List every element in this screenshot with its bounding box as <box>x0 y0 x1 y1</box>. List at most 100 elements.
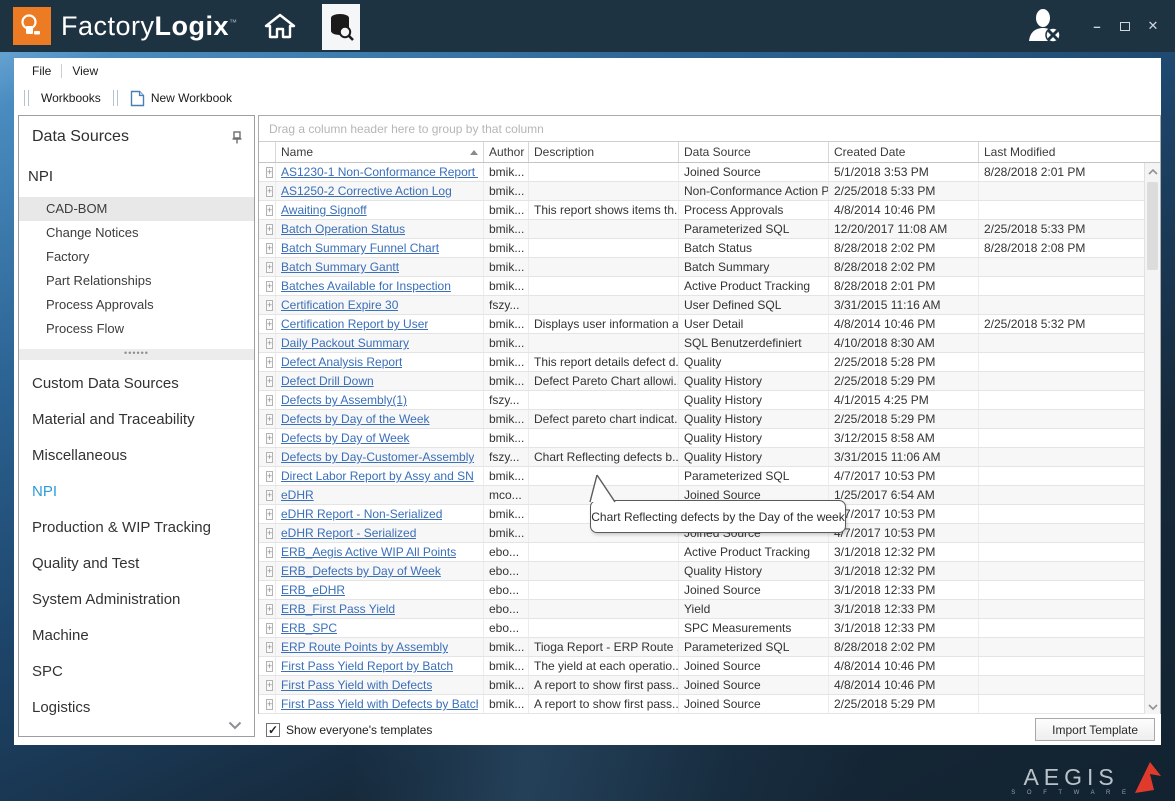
report-browser-button[interactable] <box>322 4 360 50</box>
chevron-down-icon[interactable] <box>228 721 242 730</box>
report-name-link[interactable]: eDHR Report - Non-Serialized <box>281 507 442 521</box>
table-row[interactable]: + Defects by Day of Week bmik... Quality… <box>259 429 1160 448</box>
menu-file[interactable]: File <box>22 61 61 81</box>
table-row[interactable]: + Defects by Day-Customer-Assembly fszy.… <box>259 448 1160 467</box>
report-name-link[interactable]: AS1230-1 Non-Conformance Report by ... <box>281 165 478 179</box>
report-name-link[interactable]: ERB_First Pass Yield <box>281 602 395 616</box>
expand-icon[interactable]: + <box>266 680 273 691</box>
report-name-link[interactable]: ERB_Defects by Day of Week <box>281 564 441 578</box>
report-name-link[interactable]: Defect Drill Down <box>281 374 374 388</box>
report-name-link[interactable]: Batches Available for Inspection <box>281 279 451 293</box>
table-row[interactable]: + Awaiting Signoff bmik... This report s… <box>259 201 1160 220</box>
scroll-down-icon[interactable] <box>1145 698 1160 715</box>
pin-icon[interactable] <box>232 131 242 144</box>
table-row[interactable]: + Certification Report by User bmik... D… <box>259 315 1160 334</box>
data-source-item[interactable]: Change Notices <box>19 221 254 245</box>
category-item[interactable]: Quality and Test <box>19 546 254 582</box>
data-source-item[interactable]: Process Flow <box>19 317 254 341</box>
close-button[interactable]: ✕ <box>1145 18 1161 34</box>
scroll-up-icon[interactable] <box>1145 163 1160 180</box>
report-name-link[interactable]: ERB_eDHR <box>281 583 345 597</box>
report-name-link[interactable]: First Pass Yield Report by Batch <box>281 659 453 673</box>
table-row[interactable]: + First Pass Yield with Defects bmik... … <box>259 676 1160 695</box>
report-name-link[interactable]: Certification Expire 30 <box>281 298 398 312</box>
table-row[interactable]: + AS1250-2 Corrective Action Log bmik...… <box>259 182 1160 201</box>
expand-icon[interactable]: + <box>266 376 273 387</box>
expand-icon[interactable]: + <box>266 224 273 235</box>
minimize-button[interactable]: – <box>1089 18 1105 34</box>
table-row[interactable]: + Defects by Day of the Week bmik... Def… <box>259 410 1160 429</box>
table-row[interactable]: + Defect Analysis Report bmik... This re… <box>259 353 1160 372</box>
column-header-description[interactable]: Description <box>529 142 679 162</box>
category-item[interactable]: NPI <box>19 474 254 510</box>
menu-view[interactable]: View <box>62 61 108 81</box>
category-item[interactable]: Custom Data Sources <box>19 366 254 402</box>
table-row[interactable]: + Daily Packout Summary bmik... SQL Benu… <box>259 334 1160 353</box>
expand-icon[interactable]: + <box>266 585 273 596</box>
user-logout-icon[interactable] <box>1025 9 1065 43</box>
expand-icon[interactable]: + <box>266 186 273 197</box>
expand-icon[interactable]: + <box>266 509 273 520</box>
report-name-link[interactable]: Certification Report by User <box>281 317 428 331</box>
vertical-scrollbar[interactable] <box>1144 163 1160 715</box>
report-name-link[interactable]: Defects by Day-Customer-Assembly <box>281 450 474 464</box>
category-item[interactable]: Logistics <box>19 690 254 726</box>
report-name-link[interactable]: ERP Route Points by Assembly <box>281 640 448 654</box>
table-row[interactable]: + Defects by Assembly(1) fszy... Quality… <box>259 391 1160 410</box>
expand-icon[interactable]: + <box>266 338 273 349</box>
data-source-item[interactable]: Factory <box>19 245 254 269</box>
expand-icon[interactable]: + <box>266 300 273 311</box>
expand-icon[interactable]: + <box>266 319 273 330</box>
group-by-panel[interactable]: Drag a column header here to group by th… <box>259 116 1160 142</box>
expand-icon[interactable]: + <box>266 205 273 216</box>
import-template-button[interactable]: Import Template <box>1035 718 1155 741</box>
report-name-link[interactable]: Awaiting Signoff <box>281 203 367 217</box>
table-row[interactable]: + Certification Expire 30 fszy... User D… <box>259 296 1160 315</box>
expand-icon[interactable]: + <box>266 395 273 406</box>
table-row[interactable]: + First Pass Yield Report by Batch bmik.… <box>259 657 1160 676</box>
data-source-item[interactable]: Process Approvals <box>19 293 254 317</box>
report-name-link[interactable]: Batch Summary Gantt <box>281 260 399 274</box>
table-row[interactable]: + Batch Operation Status bmik... Paramet… <box>259 220 1160 239</box>
expand-icon[interactable]: + <box>266 604 273 615</box>
expand-icon[interactable]: + <box>266 262 273 273</box>
expand-icon[interactable]: + <box>266 414 273 425</box>
table-row[interactable]: + ERP Route Points by Assembly bmik... T… <box>259 638 1160 657</box>
column-header-author[interactable]: Author <box>484 142 529 162</box>
expand-icon[interactable]: + <box>266 661 273 672</box>
report-name-link[interactable]: ERB_SPC <box>281 621 337 635</box>
data-source-item[interactable]: CAD-BOM <box>19 197 254 221</box>
table-row[interactable]: + Defect Drill Down bmik... Defect Paret… <box>259 372 1160 391</box>
category-item[interactable]: Material and Traceability <box>19 402 254 438</box>
expand-icon[interactable]: + <box>266 699 273 710</box>
table-row[interactable]: + ERB_Aegis Active WIP All Points ebo...… <box>259 543 1160 562</box>
table-row[interactable]: + ERB_SPC ebo... SPC Measurements 3/1/20… <box>259 619 1160 638</box>
report-name-link[interactable]: First Pass Yield with Defects by Batch <box>281 697 478 711</box>
scrollbar-thumb[interactable] <box>1147 182 1158 270</box>
report-name-link[interactable]: Batch Operation Status <box>281 222 405 236</box>
expand-icon[interactable]: + <box>266 547 273 558</box>
table-row[interactable]: + Batch Summary Gantt bmik... Batch Summ… <box>259 258 1160 277</box>
report-name-link[interactable]: Defects by Day of Week <box>281 431 410 445</box>
expand-icon[interactable]: + <box>266 490 273 501</box>
report-name-link[interactable]: eDHR Report - Serialized <box>281 526 416 540</box>
expand-icon[interactable]: + <box>266 357 273 368</box>
table-row[interactable]: + First Pass Yield with Defects by Batch… <box>259 695 1160 714</box>
expand-icon[interactable]: + <box>266 623 273 634</box>
report-name-link[interactable]: Defect Analysis Report <box>281 355 402 369</box>
column-header-data-source[interactable]: Data Source <box>679 142 829 162</box>
category-item[interactable]: Production & WIP Tracking <box>19 510 254 546</box>
npi-section-header[interactable]: NPI <box>19 146 254 185</box>
table-row[interactable]: + ERB_First Pass Yield ebo... Yield 3/1/… <box>259 600 1160 619</box>
report-name-link[interactable]: Batch Summary Funnel Chart <box>281 241 439 255</box>
table-row[interactable]: + Batches Available for Inspection bmik.… <box>259 277 1160 296</box>
expand-icon[interactable]: + <box>266 167 273 178</box>
toolbar-grip[interactable] <box>113 90 118 106</box>
expand-icon[interactable]: + <box>266 642 273 653</box>
category-item[interactable]: Miscellaneous <box>19 438 254 474</box>
column-header-name[interactable]: Name <box>276 142 484 162</box>
home-button[interactable] <box>264 12 296 40</box>
expand-icon[interactable]: + <box>266 528 273 539</box>
report-name-link[interactable]: First Pass Yield with Defects <box>281 678 432 692</box>
expand-icon[interactable]: + <box>266 281 273 292</box>
